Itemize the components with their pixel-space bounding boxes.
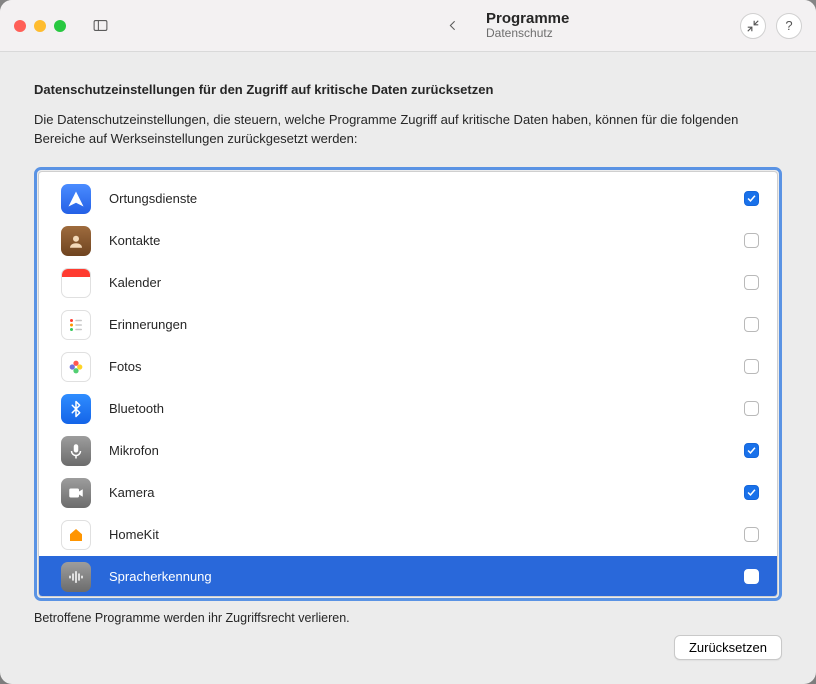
category-label: Kamera — [109, 485, 409, 500]
category-label: Ortungsdienste — [109, 191, 409, 206]
category-checkbox-homekit[interactable] — [744, 527, 759, 542]
sidebar-icon — [92, 17, 109, 34]
page-heading: Datenschutzeinstellungen für den Zugriff… — [34, 82, 782, 97]
category-checkbox-photos[interactable] — [744, 359, 759, 374]
category-label: HomeKit — [109, 527, 409, 542]
category-label: Spracherkennung — [109, 569, 409, 584]
category-label: Mikrofon — [109, 443, 409, 458]
collapse-button[interactable] — [740, 13, 766, 39]
preferences-window: Programme Datenschutz ? Datenschutzeinst… — [0, 0, 816, 684]
camera-icon — [61, 478, 91, 508]
category-row-location[interactable]: Ortungsdienste — [39, 178, 777, 220]
category-checkbox-camera[interactable] — [744, 485, 759, 500]
category-row-homekit[interactable]: HomeKit — [39, 514, 777, 556]
category-label: Erinnerungen — [109, 317, 409, 332]
category-row-contacts[interactable]: Kontakte — [39, 220, 777, 262]
category-checkbox-calendar[interactable] — [744, 275, 759, 290]
photos-icon — [61, 352, 91, 382]
categories-list-container: Ortungsdienste Kontakte 17 Kalender Erinneru… — [38, 171, 778, 597]
categories-list-focus-ring: Ortungsdienste Kontakte 17 Kalender Erinneru… — [34, 167, 782, 601]
category-checkbox-reminders[interactable] — [744, 317, 759, 332]
toggle-sidebar-button[interactable] — [86, 14, 114, 38]
arrows-collapse-icon — [746, 19, 760, 33]
zoom-window-button[interactable] — [54, 20, 66, 32]
category-checkbox-microphone[interactable] — [744, 443, 759, 458]
categories-list[interactable]: Ortungsdienste Kontakte 17 Kalender Erinneru… — [39, 172, 777, 596]
calendar-icon: 17 — [61, 268, 91, 298]
footer-actions: Zurücksetzen — [34, 635, 782, 660]
content-area: Datenschutzeinstellungen für den Zugriff… — [0, 52, 816, 684]
help-button[interactable]: ? — [776, 13, 802, 39]
category-checkbox-speech[interactable] — [744, 569, 759, 584]
category-label: Kontakte — [109, 233, 409, 248]
minimize-window-button[interactable] — [34, 20, 46, 32]
speech-icon — [61, 562, 91, 592]
reset-button[interactable]: Zurücksetzen — [674, 635, 782, 660]
location-icon — [61, 184, 91, 214]
back-button[interactable] — [438, 14, 466, 38]
chevron-left-icon — [444, 17, 461, 34]
category-row-photos[interactable]: Fotos — [39, 346, 777, 388]
toolbar-title: Programme — [486, 10, 569, 27]
category-checkbox-location[interactable] — [744, 191, 759, 206]
homekit-icon — [61, 520, 91, 550]
close-window-button[interactable] — [14, 20, 26, 32]
category-label: Fotos — [109, 359, 409, 374]
window-controls — [14, 20, 66, 32]
category-row-camera[interactable]: Kamera — [39, 472, 777, 514]
category-label: Kalender — [109, 275, 409, 290]
category-row-reminders[interactable]: Erinnerungen — [39, 304, 777, 346]
contacts-icon — [61, 226, 91, 256]
category-row-bluetooth[interactable]: Bluetooth — [39, 388, 777, 430]
page-description: Die Datenschutzeinstellungen, die steuer… — [34, 111, 782, 149]
toolbar-subtitle: Datenschutz — [486, 27, 569, 41]
reminders-icon — [61, 310, 91, 340]
category-row-calendar[interactable]: 17 Kalender — [39, 262, 777, 304]
category-checkbox-contacts[interactable] — [744, 233, 759, 248]
bluetooth-icon — [61, 394, 91, 424]
microphone-icon — [61, 436, 91, 466]
category-row-speech[interactable]: Spracherkennung — [39, 556, 777, 596]
category-label: Bluetooth — [109, 401, 409, 416]
category-checkbox-bluetooth[interactable] — [744, 401, 759, 416]
question-mark-icon: ? — [785, 18, 792, 33]
category-row-microphone[interactable]: Mikrofon — [39, 430, 777, 472]
window-toolbar: Programme Datenschutz ? — [0, 0, 816, 52]
toolbar-title-block: Programme Datenschutz — [486, 10, 569, 41]
footer-note: Betroffene Programme werden ihr Zugriffs… — [34, 611, 782, 625]
